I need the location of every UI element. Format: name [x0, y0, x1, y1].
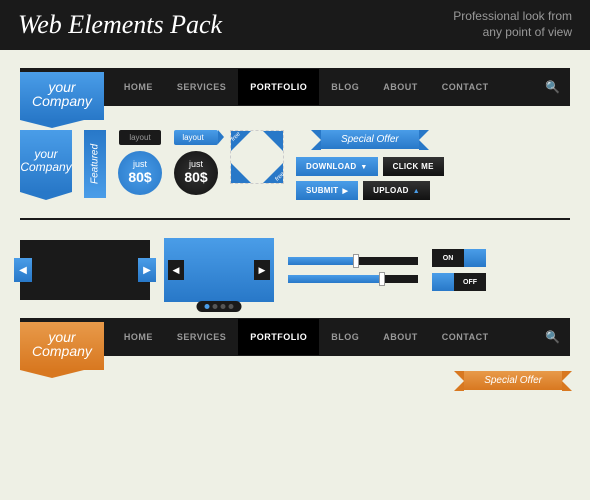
chevron-right-icon: ▶	[342, 188, 348, 195]
nav-about[interactable]: ABOUT	[371, 319, 430, 355]
dot-2[interactable]	[213, 304, 218, 309]
image-slider-blue: ◀ ▶	[164, 238, 274, 302]
progress-bar-1[interactable]	[288, 257, 418, 265]
sliders-row: ◀ ▶ ◀ ▶ ON	[20, 238, 570, 302]
nav-contact[interactable]: CONTACT	[430, 69, 501, 105]
slider-prev[interactable]: ◀	[14, 258, 32, 282]
price-circle-blue: just 80$	[118, 151, 162, 195]
toggle-switches: ON OFF	[432, 249, 486, 291]
nav-home[interactable]: HOME	[112, 69, 165, 105]
submit-button[interactable]: SUBMIT▶	[296, 181, 358, 200]
nav-bar-orange: your Company HOME SERVICES PORTFOLIO BLO…	[20, 318, 570, 356]
slider-next[interactable]: ▶	[138, 258, 156, 282]
progress-handle[interactable]	[379, 272, 385, 286]
corner-bl	[231, 163, 251, 183]
toggle-switch	[464, 249, 486, 267]
slider2-next[interactable]: ▶	[254, 260, 270, 280]
nav-blog[interactable]: BLOG	[319, 69, 371, 105]
slider2-prev[interactable]: ◀	[168, 260, 184, 280]
special-offer-ribbon-orange: Special Offer	[464, 371, 562, 390]
toggle-switch	[432, 273, 454, 291]
dot-1[interactable]	[205, 304, 210, 309]
company-logo-blue[interactable]: your Company	[20, 72, 104, 120]
progress-bar-2[interactable]	[288, 275, 418, 283]
nav-bar-blue: your Company HOME SERVICES PORTFOLIO BLO…	[20, 68, 570, 106]
nav-items: HOME SERVICES PORTFOLIO BLOG ABOUT CONTA…	[112, 69, 501, 105]
toggle-off[interactable]: OFF	[432, 273, 486, 291]
upload-button[interactable]: UPLOAD▲	[363, 181, 430, 200]
layout-tag-black: layout	[119, 130, 160, 145]
search-icon[interactable]: 🔍	[545, 80, 560, 94]
special-offer-ribbon: Special Offer	[321, 130, 419, 149]
download-button[interactable]: DOWNLOAD▼	[296, 157, 378, 176]
nav-portfolio[interactable]: PORTFOLIO	[238, 69, 319, 105]
dot-4[interactable]	[229, 304, 234, 309]
chevron-up-icon: ▲	[413, 188, 420, 195]
nav-portfolio[interactable]: PORTFOLIO	[238, 319, 319, 355]
nav-items-2: HOME SERVICES PORTFOLIO BLOG ABOUT CONTA…	[112, 319, 501, 355]
header-bar: Web Elements Pack Professional look from…	[0, 0, 590, 50]
progress-bars	[288, 257, 418, 283]
chevron-down-icon: ▼	[360, 164, 367, 171]
layout-tag-blue: layout	[174, 130, 217, 145]
toggle-on[interactable]: ON	[432, 249, 486, 267]
corner-tr	[263, 131, 283, 151]
nav-services[interactable]: SERVICES	[165, 319, 238, 355]
image-slider-dark: ◀ ▶	[20, 240, 150, 300]
nav-about[interactable]: ABOUT	[371, 69, 430, 105]
ui-elements-row: yourCompany Featured layout just 80$ lay…	[20, 130, 570, 200]
corner-ribbons-box: free free	[230, 130, 284, 184]
slider-dots	[197, 301, 242, 312]
nav-contact[interactable]: CONTACT	[430, 319, 501, 355]
nav-services[interactable]: SERVICES	[165, 69, 238, 105]
nav-home[interactable]: HOME	[112, 319, 165, 355]
company-logo-orange[interactable]: your Company	[20, 322, 104, 370]
nav-blog[interactable]: BLOG	[319, 319, 371, 355]
tagline: Professional look from any point of view	[453, 9, 572, 40]
page-title: Web Elements Pack	[18, 10, 222, 40]
dot-3[interactable]	[221, 304, 226, 309]
button-group: DOWNLOAD▼ CLICK ME SUBMIT▶ UPLOAD▲	[296, 157, 444, 200]
divider	[20, 218, 570, 220]
price-circle-black: just 80$	[174, 151, 218, 195]
progress-handle[interactable]	[353, 254, 359, 268]
featured-tag: Featured	[84, 130, 106, 198]
company-ribbon: yourCompany	[20, 130, 72, 192]
preview-area: your Company HOME SERVICES PORTFOLIO BLO…	[0, 50, 590, 406]
click-me-button[interactable]: CLICK ME	[383, 157, 444, 176]
search-icon[interactable]: 🔍	[545, 330, 560, 344]
